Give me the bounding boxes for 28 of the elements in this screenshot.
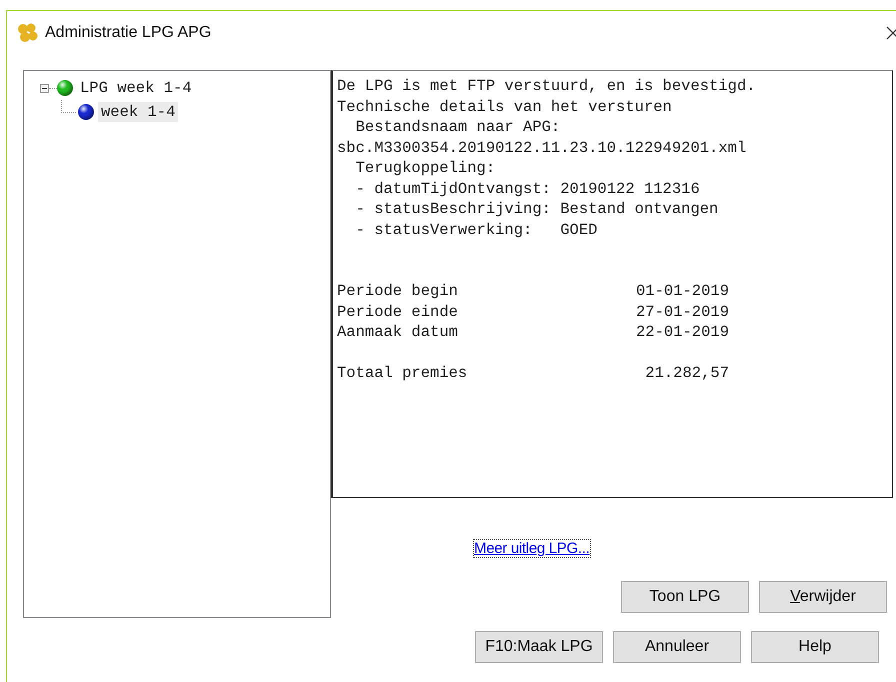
annuleer-button[interactable]: Annuleer bbox=[613, 631, 741, 663]
detail-line: Terugkoppeling: bbox=[356, 158, 496, 178]
summary-label: Aanmaak datum bbox=[337, 322, 459, 342]
toon-lpg-button[interactable]: Toon LPG bbox=[621, 581, 749, 613]
detail-line: - statusBeschrijving: Bestand ontvangen bbox=[356, 199, 718, 220]
detail-line: sbc.M3300354.20190122.11.23.10.122949201.xml bbox=[337, 138, 746, 158]
summary-value: 27-01-2019 bbox=[634, 302, 729, 322]
verwijder-button[interactable]: Verwijder bbox=[759, 581, 887, 613]
help-link[interactable]: Meer uitleg LPG... bbox=[474, 540, 590, 557]
detail-line: De LPG is met FTP verstuurd, en is bevestigd. bbox=[337, 76, 756, 96]
total-value: 21.282,57 bbox=[644, 363, 729, 384]
summary-label: Periode einde bbox=[337, 302, 459, 322]
summary-label: Periode begin bbox=[337, 281, 459, 302]
detail-line: Bestandsnaam naar APG: bbox=[356, 117, 560, 138]
detail-line: - datumTijdOntvangst: 20190122 112316 bbox=[356, 178, 700, 199]
collapse-icon[interactable] bbox=[40, 84, 49, 92]
f10maak-lpg-button[interactable]: F10:Maak LPG bbox=[475, 631, 603, 663]
summary-value: 22-01-2019 bbox=[634, 322, 729, 342]
window-title: Administratie LPG APG bbox=[45, 24, 212, 42]
total-label: Totaal premies bbox=[337, 363, 468, 384]
detail-line: Technische details van het versturen bbox=[337, 96, 672, 117]
close-icon[interactable] bbox=[886, 26, 896, 40]
summary-value: 01-01-2019 bbox=[634, 281, 729, 302]
detail-line: - statusVerwerking: GOED bbox=[356, 220, 598, 240]
tree-item[interactable]: LPG week 1-4 bbox=[77, 78, 195, 98]
help-button[interactable]: Help bbox=[751, 631, 879, 663]
app-logo-icon bbox=[17, 23, 39, 43]
tree-item[interactable]: week 1-4 bbox=[98, 102, 178, 122]
